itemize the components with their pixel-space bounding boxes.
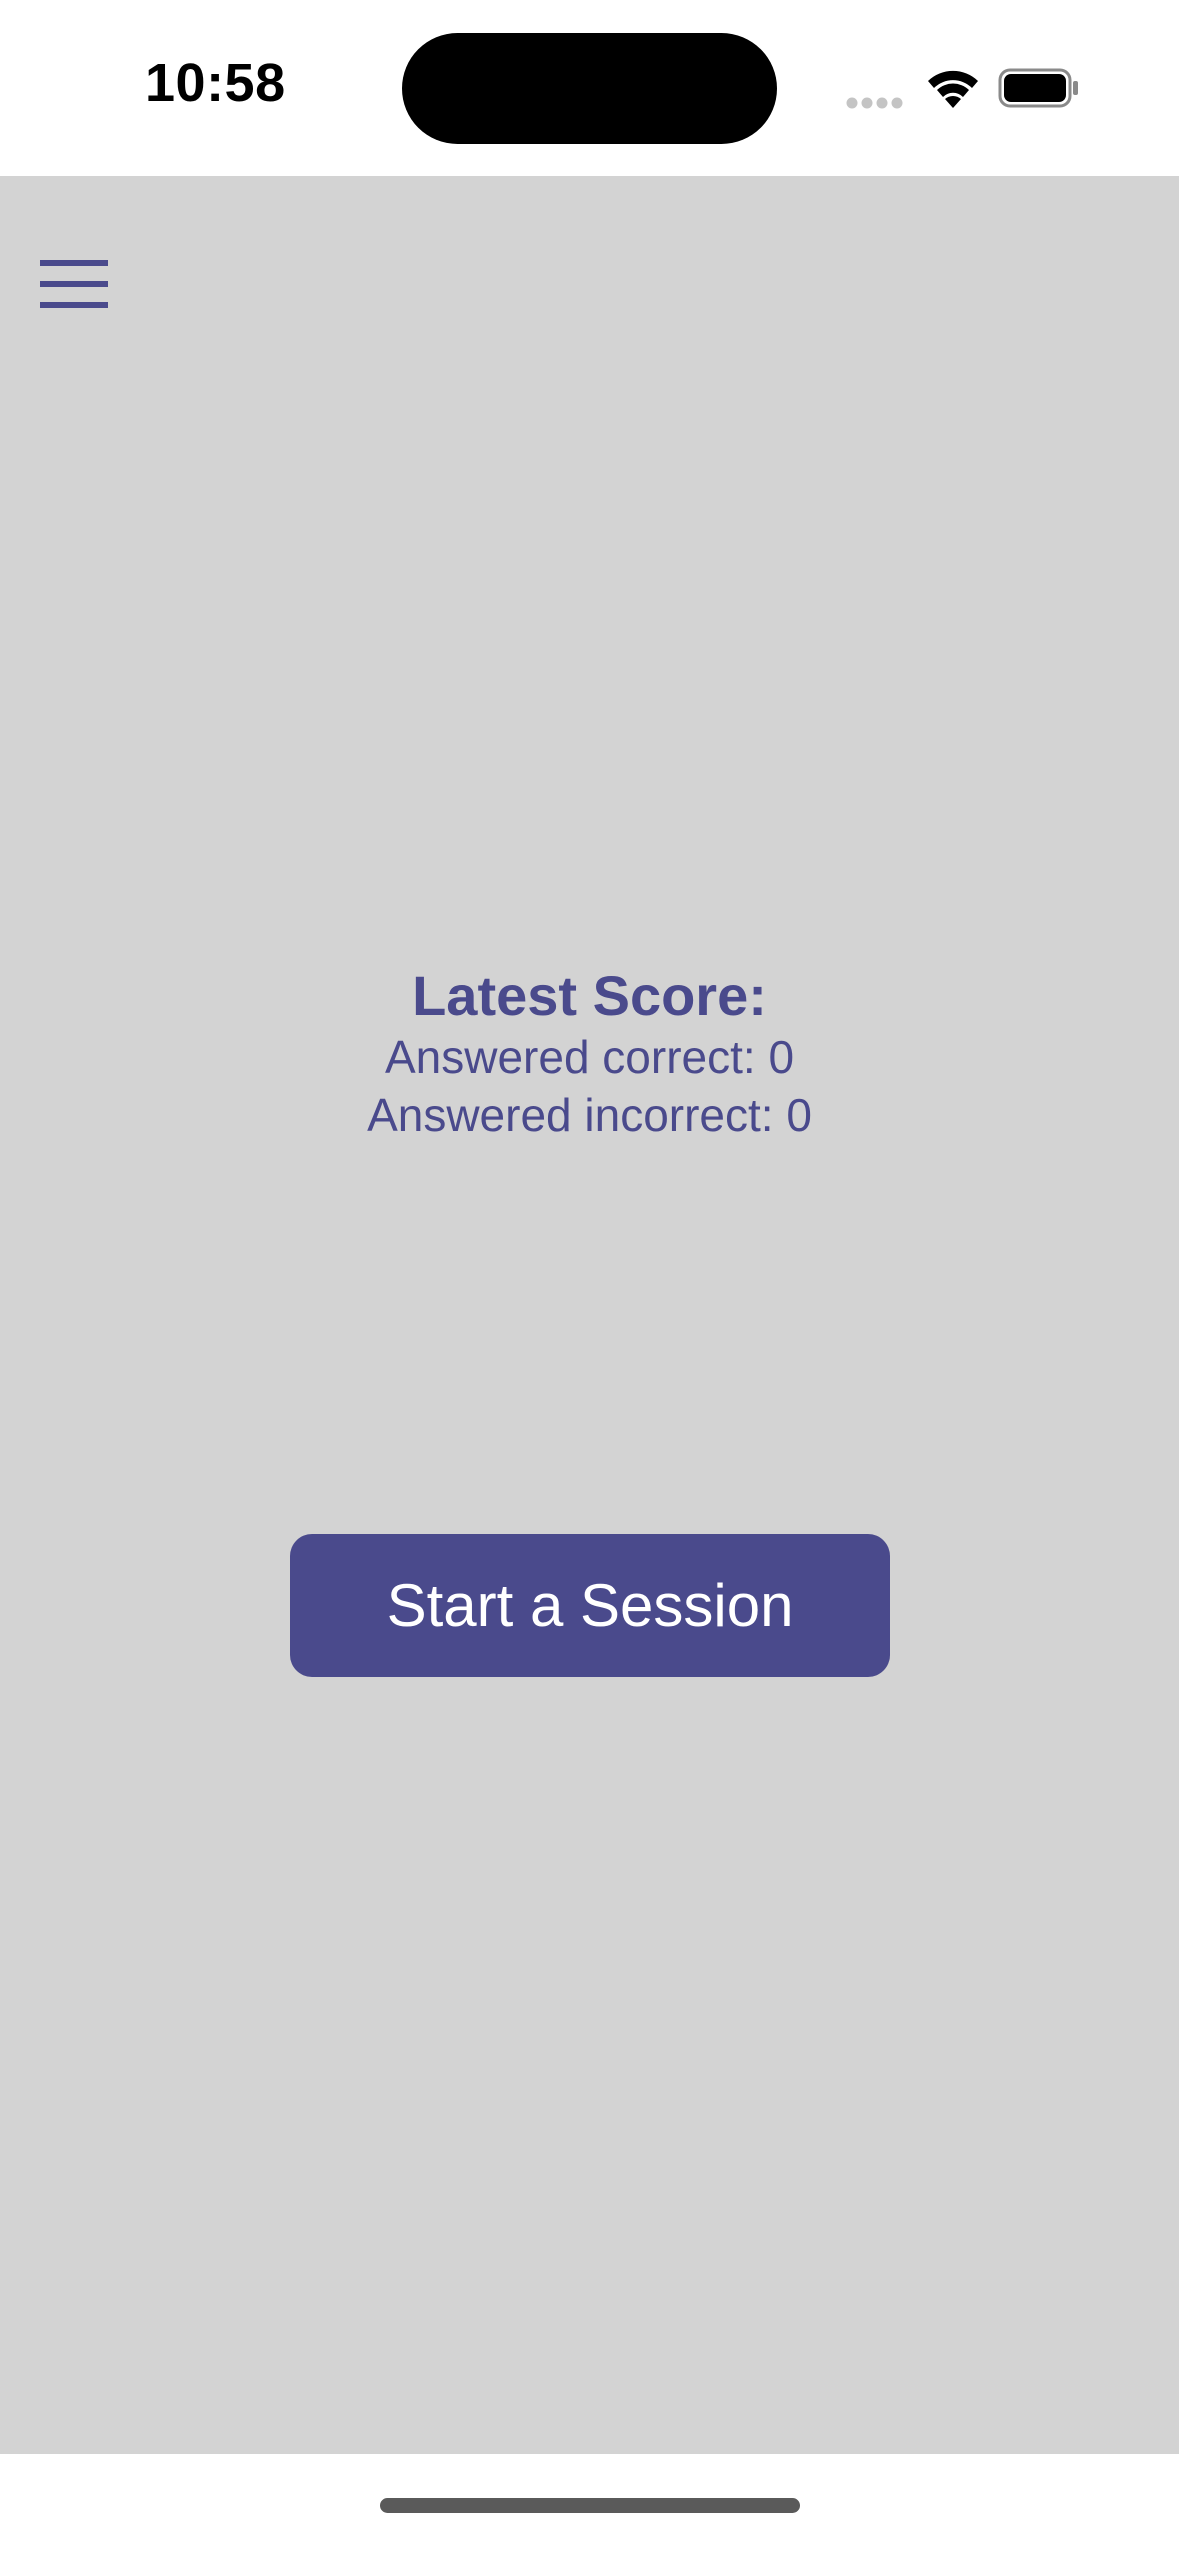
menu-button[interactable] (40, 256, 110, 312)
home-area (0, 2454, 1179, 2556)
status-bar: 10:58 (0, 0, 1179, 176)
dynamic-island (402, 33, 777, 144)
battery-icon (998, 68, 1078, 108)
answered-correct-text: Answered correct: 0 (384, 1031, 795, 1083)
latest-score-title: Latest Score: (412, 964, 767, 1027)
main-content: Latest Score: Answered correct: 0 Answer… (0, 176, 1179, 2454)
hamburger-menu-icon (40, 260, 108, 308)
latest-score-panel: Latest Score: Answered correct: 0 Answer… (0, 964, 1179, 1144)
status-time: 10:58 (145, 53, 286, 113)
wifi-icon (928, 70, 978, 108)
home-indicator[interactable] (380, 2498, 800, 2513)
cellular-signal-icon (846, 97, 903, 109)
answered-incorrect-text: Answered incorrect: 0 (367, 1089, 812, 1141)
start-session-button[interactable]: Start a Session (290, 1534, 890, 1677)
